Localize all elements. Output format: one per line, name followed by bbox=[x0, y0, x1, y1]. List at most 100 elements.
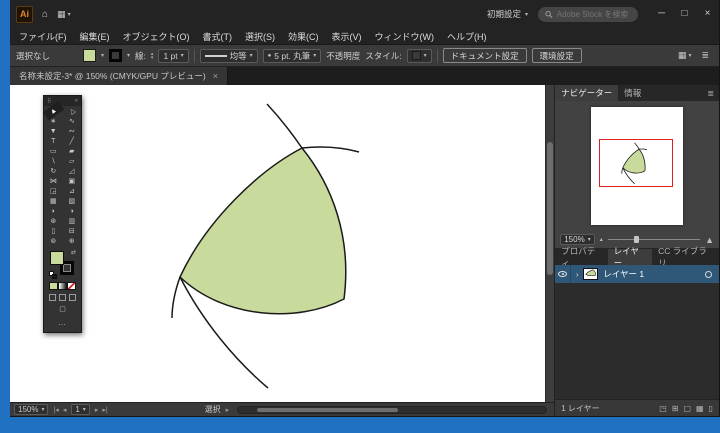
menu-item-view[interactable]: 表示(V) bbox=[332, 30, 362, 43]
stock-search-field[interactable] bbox=[538, 7, 638, 22]
draw-inside-button[interactable] bbox=[69, 294, 76, 301]
swap-fill-stroke-icon[interactable]: ⇄ bbox=[71, 249, 76, 256]
screen-mode-button[interactable]: ▢ bbox=[44, 303, 81, 315]
stroke-profile-dropdown[interactable]: 均等 ▾ bbox=[200, 49, 258, 63]
tool-pencil[interactable]: ∖ bbox=[44, 156, 63, 166]
menu-item-effect[interactable]: 効果(C) bbox=[288, 30, 319, 43]
stroke-color-swatch[interactable] bbox=[109, 49, 122, 62]
artwork[interactable] bbox=[10, 85, 546, 402]
visibility-toggle[interactable] bbox=[555, 265, 571, 283]
preferences-button[interactable]: 環境設定 bbox=[532, 48, 582, 63]
new-sublayer-icon[interactable]: ▢ bbox=[683, 404, 691, 413]
close-button[interactable]: × bbox=[696, 0, 719, 28]
tool-width[interactable]: ⋈ bbox=[44, 176, 63, 186]
edit-toolbar-button[interactable]: … bbox=[44, 315, 81, 332]
app-logo-icon[interactable]: Ai bbox=[16, 6, 33, 23]
zoom-out-icon[interactable]: ▴ bbox=[600, 236, 603, 243]
color-button[interactable] bbox=[49, 282, 58, 290]
tool-free-transform[interactable]: ▣ bbox=[63, 176, 82, 186]
panel-menu-icon[interactable]: ≣ bbox=[702, 85, 719, 101]
zoom-dropdown[interactable]: 150% ▾ bbox=[14, 404, 48, 415]
opacity-link[interactable]: 不透明度 bbox=[326, 50, 360, 62]
tool-shape-builder[interactable]: ◲ bbox=[44, 186, 63, 196]
first-artboard-icon[interactable]: |◂ bbox=[53, 406, 58, 414]
default-fill-stroke-icon[interactable] bbox=[49, 271, 58, 279]
navigator-thumbnail[interactable] bbox=[591, 107, 683, 225]
stroke-weight-stepper[interactable]: ▴ ▾ bbox=[151, 52, 154, 60]
chevron-down-icon[interactable]: ▾ bbox=[127, 52, 130, 59]
menu-item-object[interactable]: オブジェクト(O) bbox=[123, 30, 190, 43]
stroke-weight-dropdown[interactable]: 1 pt ▾ bbox=[158, 49, 188, 63]
tool-mesh[interactable]: ▦ bbox=[44, 196, 63, 206]
fill-color-swatch[interactable] bbox=[83, 49, 96, 62]
chevron-down-icon[interactable]: ▾ bbox=[101, 52, 104, 59]
tab-properties[interactable]: プロパティ bbox=[555, 249, 607, 265]
tool-gradient[interactable]: ▧ bbox=[63, 196, 82, 206]
tool-zoom[interactable]: ⊕ bbox=[63, 236, 82, 246]
next-artboard-icon[interactable]: ▸ bbox=[95, 406, 99, 414]
tool-slice[interactable]: ⊟ bbox=[63, 226, 82, 236]
tool-rotate[interactable]: ↻ bbox=[44, 166, 63, 176]
navigator-view-rectangle[interactable] bbox=[599, 139, 673, 187]
tool-eyedropper[interactable]: ◗ bbox=[44, 206, 63, 216]
tab-navigator[interactable]: ナビゲーター bbox=[555, 85, 618, 101]
draw-normal-button[interactable] bbox=[49, 294, 56, 301]
delete-layer-icon[interactable]: ▯ bbox=[709, 404, 713, 413]
tool-artboard[interactable]: ▯ bbox=[44, 226, 63, 236]
tab-info[interactable]: 情報 bbox=[618, 85, 647, 101]
align-options-button[interactable]: ▦ ▾ bbox=[678, 50, 692, 61]
navigator-zoom-dropdown[interactable]: 150% ▾ bbox=[560, 234, 594, 245]
tool-hand[interactable]: ⊚ bbox=[44, 236, 63, 246]
draw-behind-button[interactable] bbox=[59, 294, 66, 301]
fill-indicator[interactable] bbox=[50, 251, 64, 265]
tool-scale[interactable]: ◿ bbox=[63, 166, 82, 176]
previous-artboard-icon[interactable]: ◂ bbox=[63, 406, 67, 414]
expand-layer-icon[interactable]: › bbox=[571, 270, 583, 279]
last-artboard-icon[interactable]: ▸| bbox=[102, 406, 107, 414]
menu-item-type[interactable]: 書式(T) bbox=[203, 30, 233, 43]
layer-row[interactable]: › レイヤー 1 bbox=[555, 265, 719, 283]
tool-perspective-grid[interactable]: ⊿ bbox=[63, 186, 82, 196]
tab-layers[interactable]: レイヤー bbox=[608, 249, 652, 265]
minimize-button[interactable]: ─ bbox=[650, 0, 673, 28]
layer-target-circle[interactable] bbox=[705, 271, 712, 278]
tool-rectangle[interactable]: ▭ bbox=[44, 146, 63, 156]
maximize-button[interactable]: □ bbox=[673, 0, 696, 28]
layer-thumbnail[interactable] bbox=[583, 268, 598, 280]
collect-for-export-icon[interactable]: ◳ bbox=[659, 404, 667, 413]
brush-dropdown[interactable]: ● 5 pt. 丸筆 ▾ bbox=[263, 49, 322, 63]
tool-type[interactable]: T bbox=[44, 136, 63, 146]
tool-paintbrush[interactable]: ▰ bbox=[63, 146, 82, 156]
stepper-down-icon[interactable]: ▾ bbox=[151, 56, 154, 60]
horizontal-scrollbar[interactable] bbox=[237, 406, 547, 414]
make-mask-icon[interactable]: ⊞ bbox=[672, 404, 679, 413]
tool-curvature[interactable]: ∾ bbox=[63, 126, 82, 136]
zoom-slider-thumb[interactable] bbox=[634, 236, 639, 243]
navigator-zoom-slider[interactable] bbox=[608, 239, 700, 240]
menu-item-file[interactable]: ファイル(F) bbox=[19, 30, 67, 43]
status-expand-icon[interactable]: ▸ bbox=[226, 406, 230, 414]
arrange-documents-button[interactable]: ▦ ▾ bbox=[57, 9, 71, 20]
tab-cc-libraries[interactable]: CC ライブラリ bbox=[652, 249, 719, 265]
menu-item-edit[interactable]: 編集(E) bbox=[80, 30, 110, 43]
tool-symbol-sprayer[interactable]: ⊛ bbox=[44, 216, 63, 226]
menu-item-window[interactable]: ウィンドウ(W) bbox=[375, 30, 435, 43]
control-panel-menu-icon[interactable]: ≣ bbox=[701, 50, 709, 61]
horizontal-scrollbar-thumb[interactable] bbox=[257, 408, 399, 412]
home-icon[interactable]: ⌂ bbox=[42, 9, 48, 20]
layer-name[interactable]: レイヤー 1 bbox=[603, 268, 705, 280]
canvas[interactable] bbox=[10, 85, 554, 402]
search-input[interactable] bbox=[557, 10, 631, 19]
tool-column-graph[interactable]: ▥ bbox=[63, 216, 82, 226]
document-setup-button[interactable]: ドキュメント設定 bbox=[443, 48, 527, 63]
gradient-button[interactable] bbox=[58, 282, 67, 290]
zoom-in-icon[interactable]: ▲ bbox=[705, 235, 714, 245]
artboard-number-dropdown[interactable]: 1 ▾ bbox=[71, 404, 89, 415]
document-tab[interactable]: 名称未設定-3* @ 150% (CMYK/GPU プレビュー) × bbox=[10, 67, 228, 85]
menu-item-help[interactable]: ヘルプ(H) bbox=[447, 30, 487, 43]
menu-item-select[interactable]: 選択(S) bbox=[245, 30, 275, 43]
tool-blend[interactable]: ◑ bbox=[63, 206, 82, 216]
new-layer-icon[interactable]: ▦ bbox=[696, 404, 704, 413]
style-dropdown[interactable]: ▾ bbox=[407, 49, 432, 63]
none-button[interactable] bbox=[67, 282, 76, 290]
